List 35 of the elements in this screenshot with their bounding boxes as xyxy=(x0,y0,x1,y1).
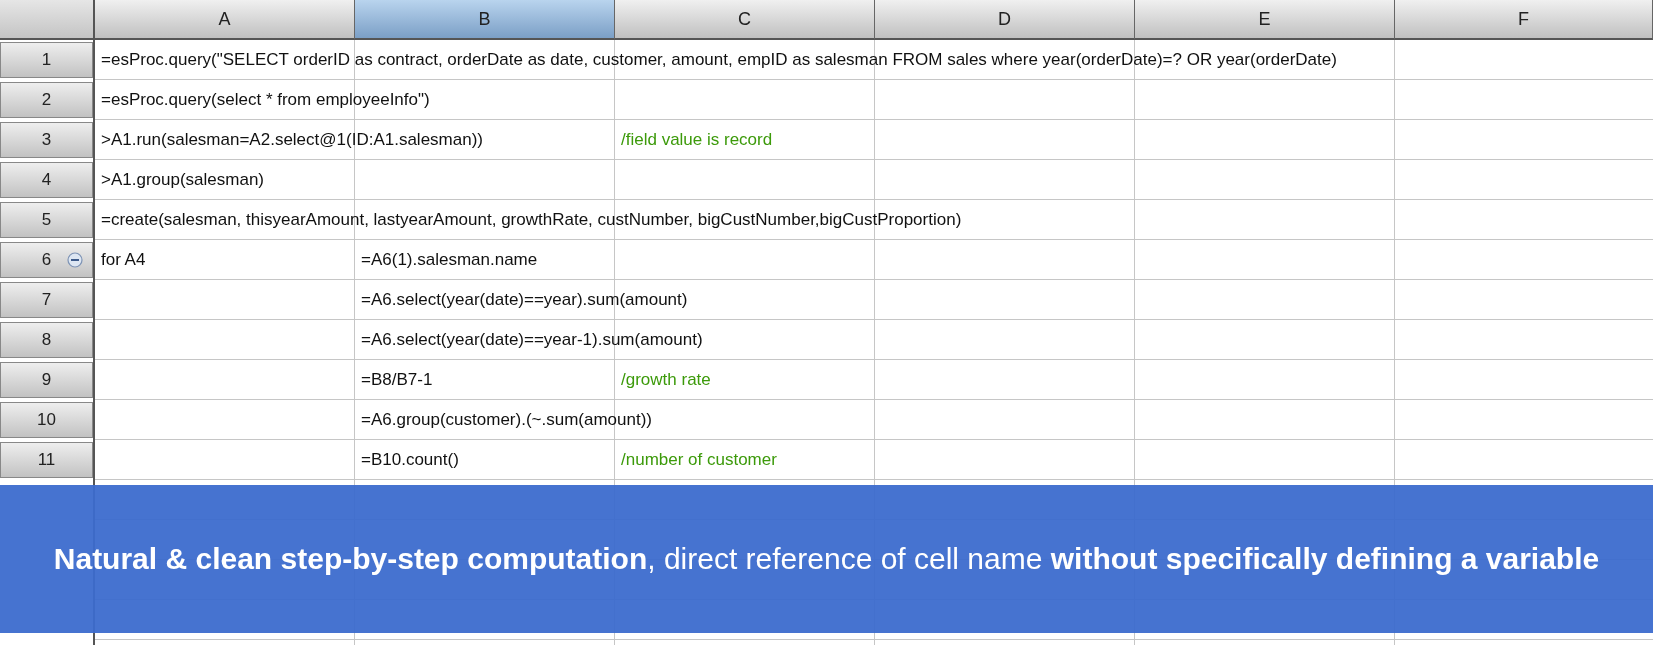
column-header[interactable]: C xyxy=(615,0,875,40)
row-header[interactable]: 3 xyxy=(0,122,93,158)
cell-comment: /field value is record xyxy=(621,130,773,150)
row-header[interactable]: 11 xyxy=(0,442,93,478)
collapse-icon[interactable] xyxy=(67,252,83,268)
row-header[interactable]: 9 xyxy=(0,362,93,398)
row-header[interactable]: 2 xyxy=(0,82,93,118)
row-header[interactable]: 6 xyxy=(0,242,93,278)
row-header[interactable]: 1 xyxy=(0,42,93,78)
cell-formula: =A6.group(customer).(~.sum(amount)) xyxy=(361,410,652,430)
column-header[interactable]: E xyxy=(1135,0,1395,40)
cell-formula: for A4 xyxy=(101,250,146,270)
column-header[interactable]: F xyxy=(1395,0,1653,40)
row-header[interactable]: 5 xyxy=(0,202,93,238)
cell-formula: =esProc.query(select * from employeeInfo") xyxy=(101,90,430,110)
cell-formula: =A6.select(year(date)==year).sum(amount) xyxy=(361,290,688,310)
row-header[interactable]: 8 xyxy=(0,322,93,358)
column-header[interactable]: A xyxy=(95,0,355,40)
column-header[interactable]: D xyxy=(875,0,1135,40)
row-header[interactable]: 10 xyxy=(0,402,93,438)
cell-formula: =A6.select(year(date)==year-1).sum(amount) xyxy=(361,330,703,350)
cell-formula: =esProc.query("SELECT orderID as contract, orderDate as date, customer, amount, empID as salesman FROM sales where year(orderDate)=? OR year(orderDate) xyxy=(101,50,1337,70)
cell-formula: =B10.count() xyxy=(361,450,459,470)
cell-comment: /number of customer xyxy=(621,450,777,470)
cell-comment: /growth rate xyxy=(621,370,711,390)
cell-formula: =A6(1).salesman.name xyxy=(361,250,538,270)
cell-formula: >A1.run(salesman=A2.select@1(ID:A1.salesman)) xyxy=(101,130,483,150)
cell-formula: =create(salesman, thisyearAmount, lastyearAmount, growthRate, custNumber, bigCustNumber,bigCustProportion) xyxy=(101,210,962,230)
column-header[interactable]: B xyxy=(355,0,615,40)
corner-header[interactable] xyxy=(0,0,95,40)
row-header[interactable]: 7 xyxy=(0,282,93,318)
row-header[interactable]: 4 xyxy=(0,162,93,198)
cell-formula: =B8/B7-1 xyxy=(361,370,433,390)
caption-text: Natural & clean step-by-step computation, direct reference of cell name without specifically defining a variable xyxy=(53,541,1600,577)
cell-formula: >A1.group(salesman) xyxy=(101,170,264,190)
